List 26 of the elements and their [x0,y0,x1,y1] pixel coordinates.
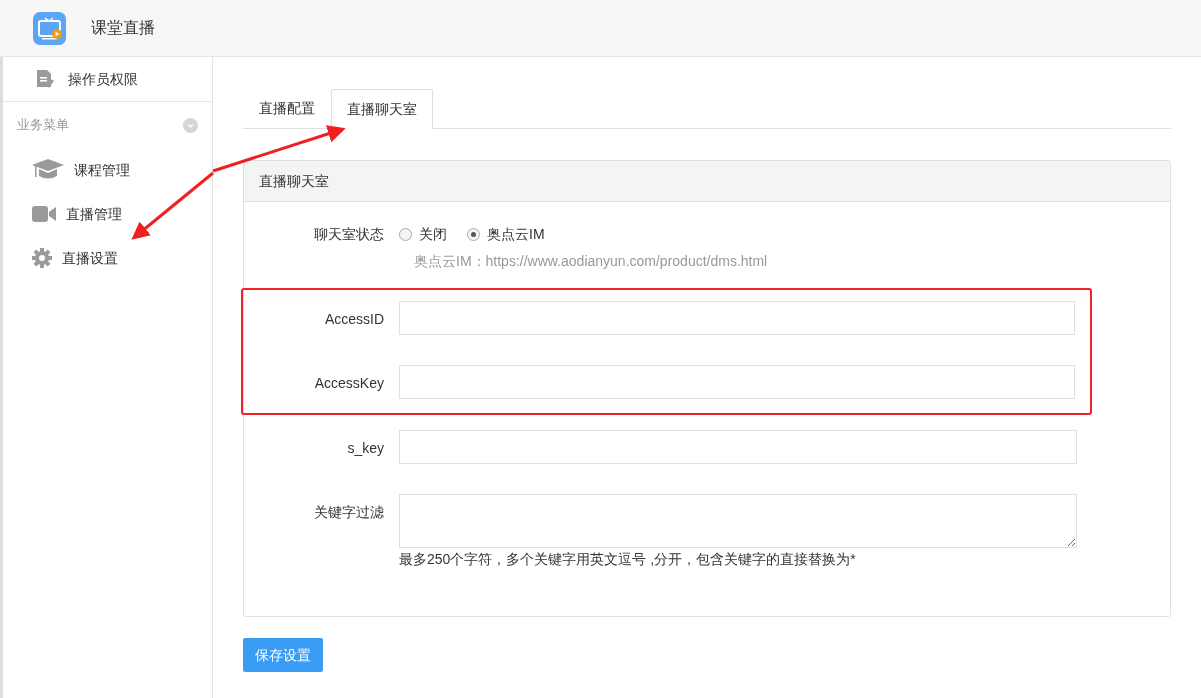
radio-option[interactable]: 奥点云IM [467,223,545,245]
field-label: 关键字过滤 [313,503,385,522]
live-tv-logo-icon [33,11,66,45]
sidebar-item[interactable]: 直播管理 [3,192,212,236]
sidebar-item[interactable]: 课程管理 [3,148,212,192]
tab[interactable]: 直播配置 [243,88,331,128]
field-label: AccessID [323,310,385,329]
chevron-icon[interactable] [183,117,198,133]
help-text: 最多250个字符，多个关键字用英文逗号 ,分开，包含关键字的直接替换为* [399,550,857,569]
video-camera-icon [32,205,56,223]
app-title: 课堂直播 [91,18,155,38]
input-field[interactable] [399,365,1075,399]
help-text: 奥点云IM：https://www.aodianyun.com/product/dms.html [414,252,769,271]
settings-icon [32,248,52,268]
text-area[interactable] [399,494,1077,548]
document-edit-icon [36,69,54,89]
field-label: s_key [346,439,385,458]
section-label: 业务菜单 [17,116,69,135]
input-field[interactable] [399,430,1077,464]
panel-header: 直播聊天室 [244,161,1170,202]
field-label: AccessKey [313,374,385,393]
sidebar-item[interactable]: 直播设置 [3,236,212,280]
tab[interactable]: 直播聊天室 [331,89,433,129]
input-field[interactable] [399,301,1075,335]
radio-option[interactable]: 关闭 [399,223,447,245]
field-label: 聊天室状态 [313,224,385,244]
